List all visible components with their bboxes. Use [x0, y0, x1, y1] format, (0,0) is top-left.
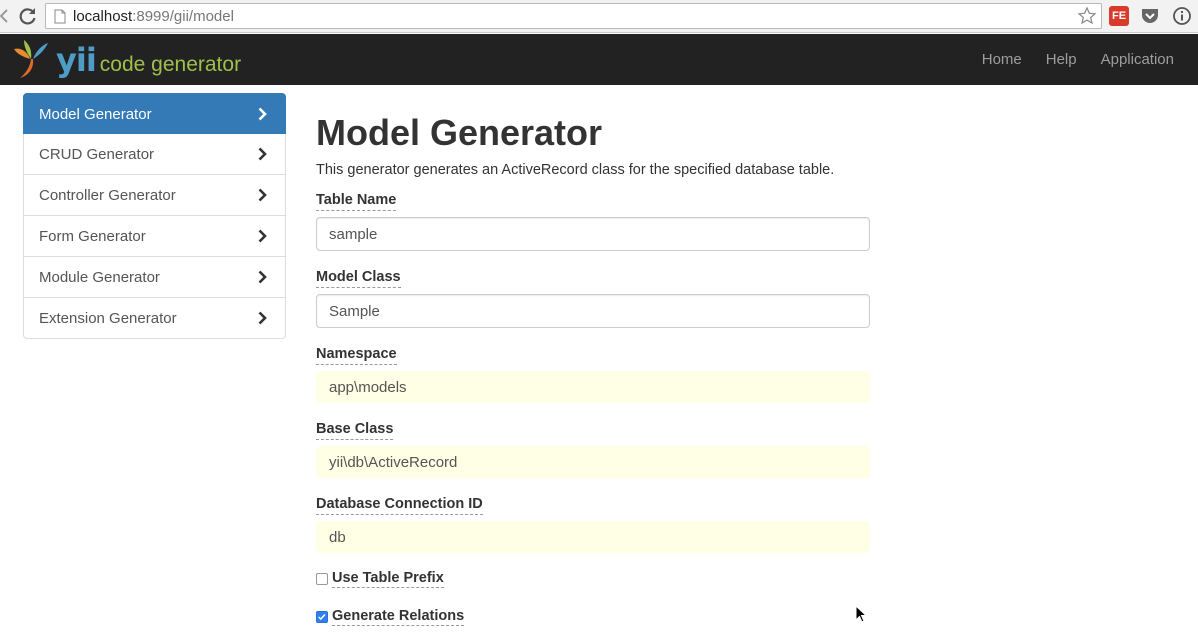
pocket-icon[interactable]: [1140, 6, 1160, 26]
sidebar-item-model-generator[interactable]: Model Generator: [23, 93, 286, 134]
page-icon: [54, 9, 66, 24]
sidebar-item-label: CRUD Generator: [39, 146, 155, 163]
brand-yii: yii: [56, 41, 97, 79]
use-table-prefix-checkbox[interactable]: [316, 573, 328, 585]
use-table-prefix-group: Use Table Prefix: [316, 570, 870, 588]
generate-relations-label[interactable]: Generate Relations: [332, 608, 465, 626]
info-icon[interactable]: [1172, 6, 1192, 26]
nav-home-link[interactable]: Home: [970, 34, 1034, 85]
page-title: Model Generator: [316, 112, 603, 153]
nav-help-link[interactable]: Help: [1034, 34, 1089, 85]
page-description: This generator generates an ActiveRecord…: [316, 162, 835, 178]
url-host: localhost: [73, 8, 133, 25]
brand-subtitle: code generator: [99, 53, 242, 76]
namespace-label[interactable]: Namespace: [316, 346, 397, 365]
namespace-input[interactable]: [316, 371, 870, 403]
chevron-right-icon: [258, 270, 267, 284]
sidebar-item-module-generator[interactable]: Module Generator: [23, 257, 286, 298]
generator-sidebar: Model Generator CRUD Generator Controlle…: [23, 93, 286, 339]
nav-application-link[interactable]: Application: [1089, 34, 1186, 85]
sidebar-item-label: Controller Generator: [39, 187, 176, 204]
use-table-prefix-label[interactable]: Use Table Prefix: [332, 570, 444, 588]
nav-links: Home Help Application: [970, 34, 1186, 85]
base-class-label[interactable]: Base Class: [316, 421, 394, 440]
db-connection-group: Database Connection ID: [316, 495, 870, 553]
sidebar-item-label: Extension Generator: [39, 310, 177, 327]
sidebar-item-crud-generator[interactable]: CRUD Generator: [23, 134, 286, 175]
db-connection-input[interactable]: [316, 521, 870, 553]
address-bar[interactable]: localhost:8999/gii/model: [45, 3, 1102, 29]
base-class-input[interactable]: [316, 446, 870, 478]
sidebar-item-form-generator[interactable]: Form Generator: [23, 216, 286, 257]
namespace-group: Namespace: [316, 345, 870, 403]
sidebar-item-label: Model Generator: [39, 106, 152, 123]
model-class-label[interactable]: Model Class: [316, 269, 401, 288]
bookmark-star-icon[interactable]: [1077, 6, 1097, 26]
reload-icon[interactable]: [18, 6, 38, 26]
browser-toolbar: localhost:8999/gii/model FE: [0, 0, 1198, 33]
yii-logo-icon[interactable]: [10, 37, 54, 81]
mouse-cursor-icon: [855, 605, 867, 623]
table-name-group: Table Name: [316, 191, 870, 251]
base-class-group: Base Class: [316, 420, 870, 478]
sidebar-item-label: Module Generator: [39, 269, 160, 286]
db-connection-label[interactable]: Database Connection ID: [316, 496, 483, 515]
chevron-right-icon: [258, 188, 267, 202]
main-content: Model Generator This generator generates…: [316, 110, 870, 640]
generate-relations-group: Generate Relations: [316, 608, 870, 626]
chevron-right-icon: [258, 107, 267, 121]
chevron-right-icon: [258, 147, 267, 161]
model-class-input[interactable]: [316, 294, 870, 328]
sidebar-item-controller-generator[interactable]: Controller Generator: [23, 175, 286, 216]
top-navbar: yii code generator Home Help Application: [0, 34, 1198, 85]
checkmark-icon: [318, 613, 326, 621]
back-arrow-icon[interactable]: [0, 9, 8, 23]
sidebar-item-label: Form Generator: [39, 228, 146, 245]
chevron-right-icon: [258, 311, 267, 325]
brand[interactable]: yii code generator: [56, 41, 241, 79]
table-name-label[interactable]: Table Name: [316, 192, 397, 211]
generate-relations-checkbox[interactable]: [316, 611, 328, 623]
chevron-right-icon: [258, 229, 267, 243]
model-class-group: Model Class: [316, 268, 870, 328]
fe-extension-icon[interactable]: FE: [1109, 6, 1129, 26]
sidebar-item-extension-generator[interactable]: Extension Generator: [23, 298, 286, 339]
url-text[interactable]: localhost:8999/gii/model: [73, 8, 234, 25]
table-name-input[interactable]: [316, 217, 870, 251]
url-path: :8999/gii/model: [132, 8, 234, 25]
